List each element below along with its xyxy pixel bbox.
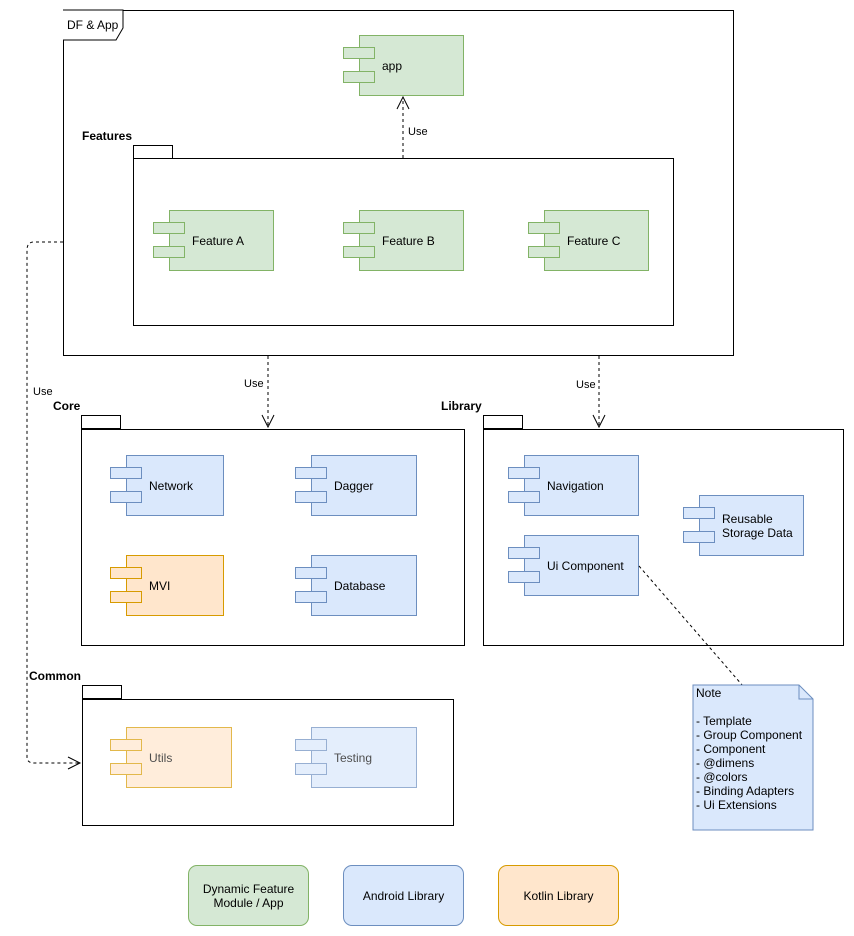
component-port bbox=[110, 491, 142, 503]
component-utils[interactable]: Utils bbox=[110, 727, 232, 788]
component-port bbox=[683, 531, 715, 543]
component-port bbox=[508, 571, 540, 583]
package-tab bbox=[133, 145, 173, 159]
component-port bbox=[343, 71, 375, 83]
component-navigation[interactable]: Navigation bbox=[508, 455, 639, 516]
note-line: - @colors bbox=[696, 770, 748, 784]
legend-kotlin-library: Kotlin Library bbox=[498, 865, 619, 926]
component-label: app bbox=[382, 58, 403, 73]
component-port bbox=[110, 763, 142, 775]
package-title-library: Library bbox=[441, 399, 482, 413]
legend-label: Dynamic Feature Module / App bbox=[202, 881, 295, 910]
component-port bbox=[295, 567, 327, 579]
note-line: - Ui Extensions bbox=[696, 798, 777, 812]
component-ui-component[interactable]: Ui Component bbox=[508, 535, 639, 596]
component-port bbox=[528, 246, 560, 258]
note-title: Note bbox=[696, 686, 722, 700]
component-label: Ui Component bbox=[547, 558, 624, 573]
edge-label-app-common: Use bbox=[33, 386, 53, 398]
component-label: Database bbox=[334, 578, 386, 593]
component-port bbox=[110, 467, 142, 479]
frame-title: DF & App bbox=[67, 18, 119, 32]
legend-dynamic-feature: Dynamic Feature Module / App bbox=[188, 865, 309, 926]
package-tab bbox=[82, 685, 122, 699]
component-port bbox=[508, 467, 540, 479]
component-label: Network bbox=[149, 478, 194, 493]
component-app[interactable]: app bbox=[343, 35, 464, 96]
component-port bbox=[508, 491, 540, 503]
note-line: - Component bbox=[696, 742, 766, 756]
component-port bbox=[153, 222, 185, 234]
component-feature-c[interactable]: Feature C bbox=[528, 210, 649, 271]
legend-android-library: Android Library bbox=[343, 865, 464, 926]
note-line: - Template bbox=[696, 714, 752, 728]
component-mvi[interactable]: MVI bbox=[110, 555, 224, 616]
note-line: - @dimens bbox=[696, 756, 755, 770]
component-port bbox=[508, 547, 540, 559]
package-tab bbox=[81, 415, 121, 429]
note-line: - Group Component bbox=[696, 728, 803, 742]
component-port bbox=[295, 491, 327, 503]
component-port bbox=[110, 739, 142, 751]
component-port bbox=[343, 47, 375, 59]
component-label: MVI bbox=[149, 578, 171, 593]
component-port bbox=[683, 507, 715, 519]
legend-label: Android Library bbox=[362, 888, 445, 903]
component-testing[interactable]: Testing bbox=[295, 727, 417, 788]
package-title-common: Common bbox=[29, 669, 81, 683]
component-port bbox=[110, 567, 142, 579]
component-port bbox=[528, 222, 560, 234]
component-label: Reusable Storage Data bbox=[722, 511, 793, 540]
component-label: Feature C bbox=[567, 233, 621, 248]
component-label: Testing bbox=[334, 750, 373, 765]
component-label: Feature B bbox=[382, 233, 435, 248]
component-port bbox=[343, 222, 375, 234]
component-port bbox=[153, 246, 185, 258]
arrowhead-library bbox=[592, 414, 606, 429]
legend-label: Kotlin Library bbox=[523, 888, 594, 903]
arrowhead-core bbox=[261, 414, 275, 429]
component-port bbox=[343, 246, 375, 258]
component-port bbox=[295, 739, 327, 751]
component-port bbox=[295, 763, 327, 775]
component-database[interactable]: Database bbox=[295, 555, 417, 616]
edge-label-features-app: Use bbox=[408, 126, 428, 138]
note: Note - Template - Group Component - Comp… bbox=[696, 686, 802, 812]
component-network[interactable]: Network bbox=[110, 455, 224, 516]
component-port bbox=[295, 467, 327, 479]
component-reusable-storage-data[interactable]: Reusable Storage Data bbox=[683, 495, 804, 556]
edge-label-app-core: Use bbox=[244, 378, 264, 390]
component-port bbox=[295, 591, 327, 603]
component-label: Navigation bbox=[547, 478, 604, 493]
component-label: Utils bbox=[149, 750, 173, 765]
component-label: Dagger bbox=[334, 478, 374, 493]
component-port bbox=[110, 591, 142, 603]
note-line: - Binding Adapters bbox=[696, 784, 795, 798]
package-tab bbox=[483, 415, 523, 429]
package-title-features: Features bbox=[82, 129, 133, 143]
edge-label-app-library: Use bbox=[576, 379, 596, 391]
component-dagger[interactable]: Dagger bbox=[295, 455, 417, 516]
arrowhead-common bbox=[67, 756, 82, 770]
component-feature-a[interactable]: Feature A bbox=[153, 210, 274, 271]
package-title-core: Core bbox=[53, 399, 81, 413]
component-label: Feature A bbox=[192, 233, 245, 248]
component-feature-b[interactable]: Feature B bbox=[343, 210, 464, 271]
